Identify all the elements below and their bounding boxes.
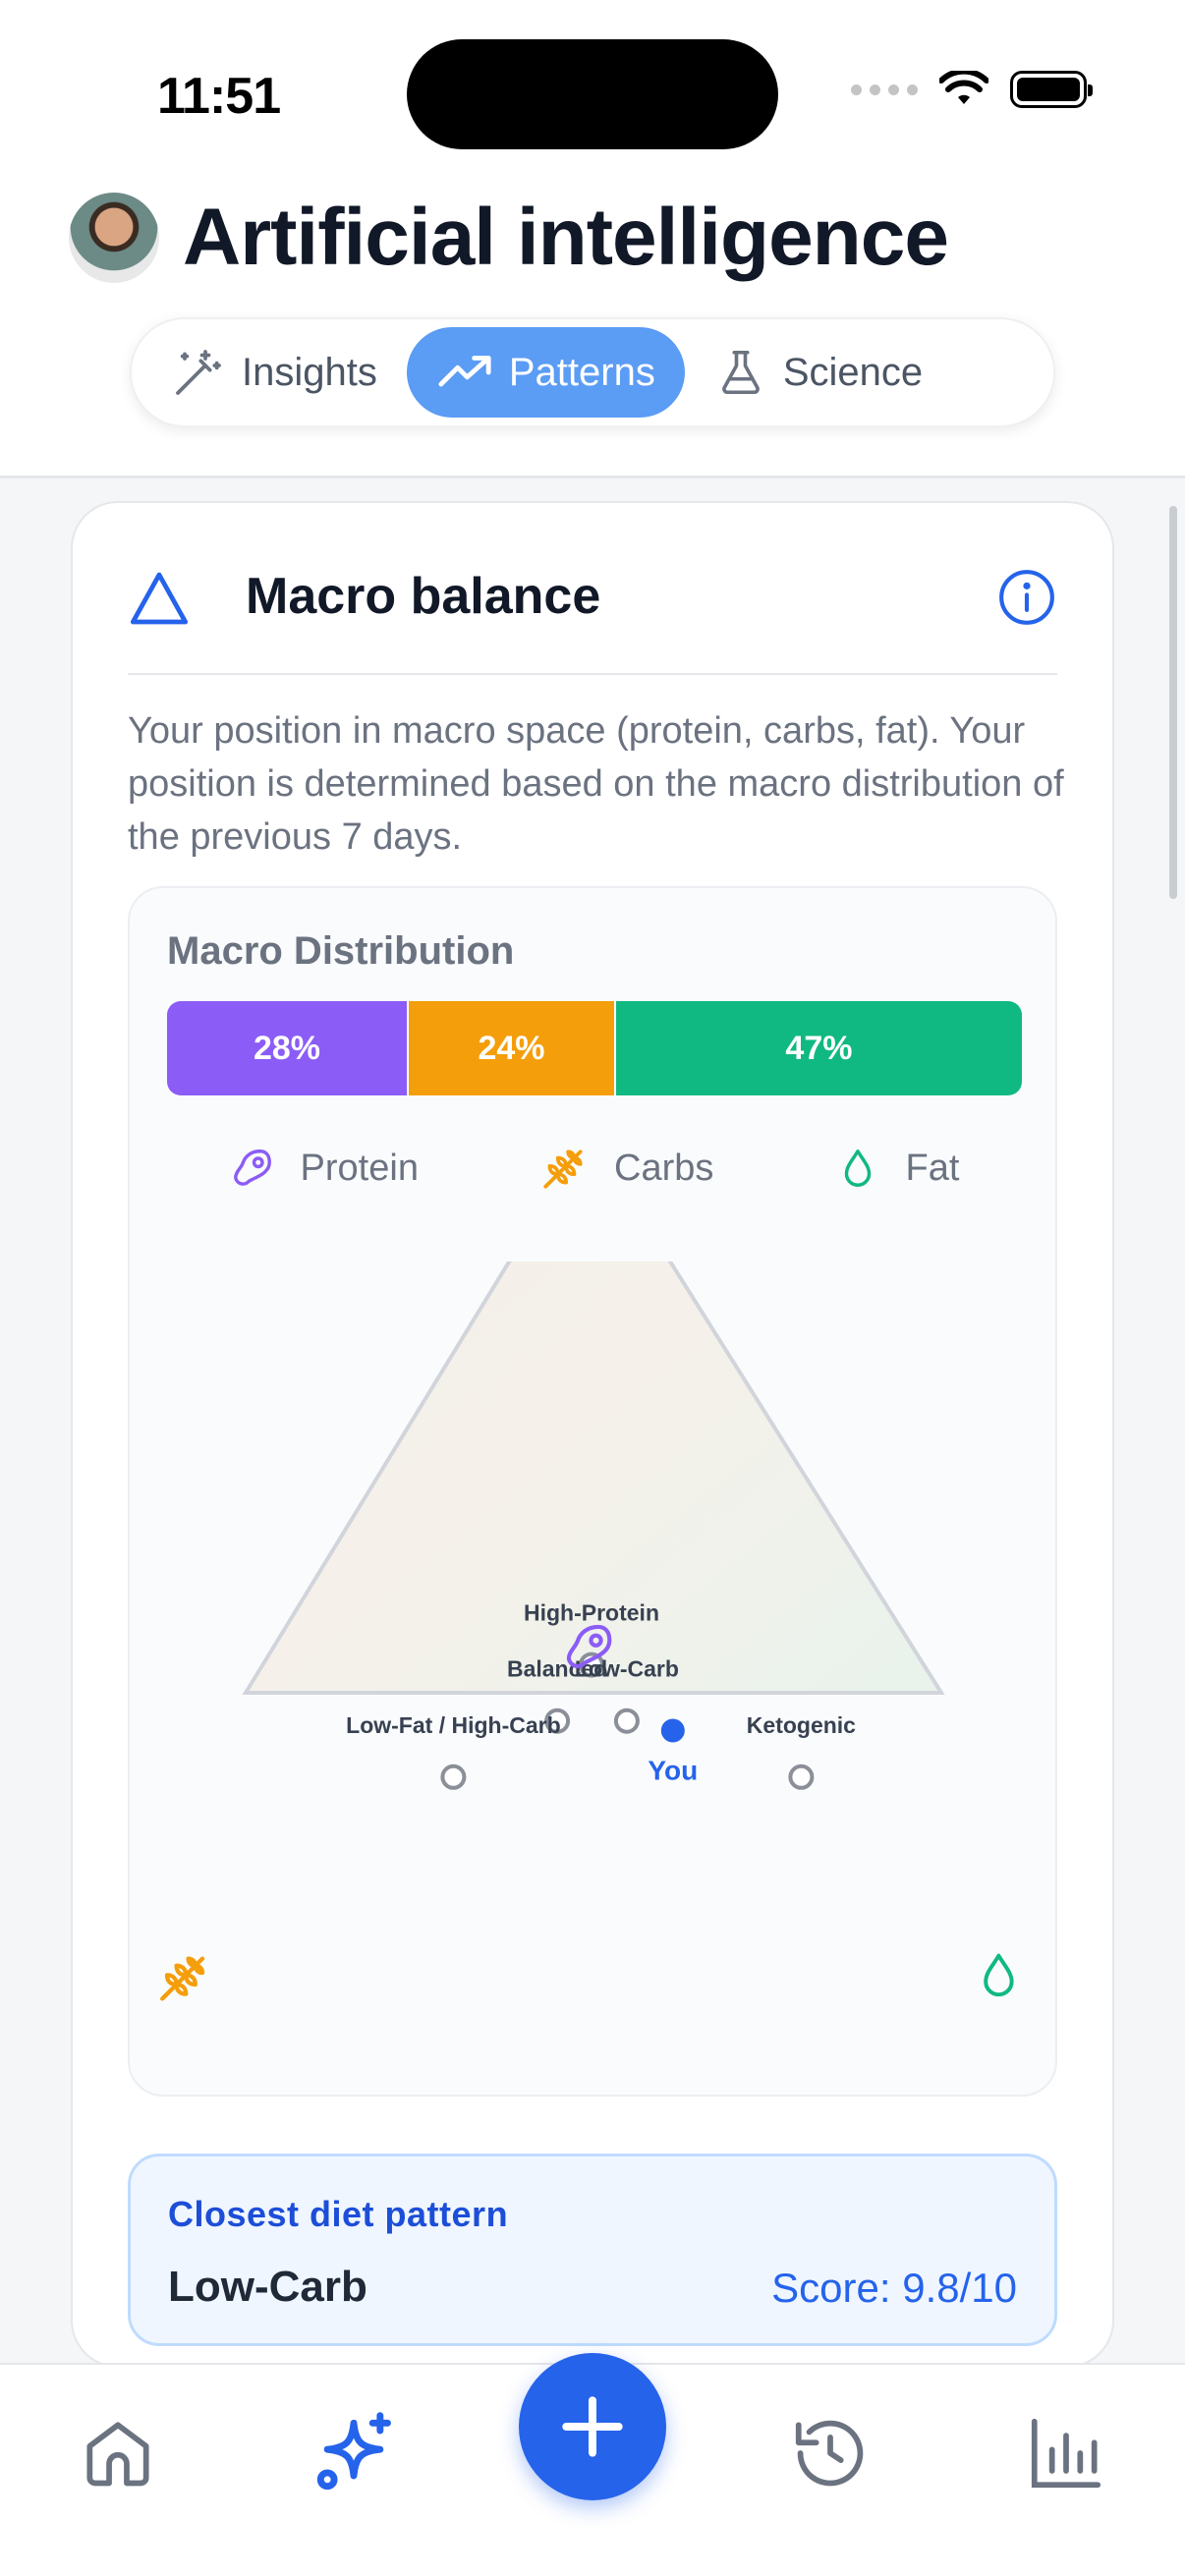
status-icons bbox=[851, 71, 1093, 108]
flask-icon bbox=[721, 350, 760, 395]
nav-history-button[interactable] bbox=[776, 2399, 884, 2507]
closest-pattern-name: Low-Carb bbox=[168, 2263, 367, 2311]
diet-pattern-label: High-Protein bbox=[524, 1600, 659, 1626]
droplet-icon bbox=[984, 1953, 1014, 1997]
plus-icon bbox=[562, 2396, 623, 2457]
status-bar: 11:51 bbox=[0, 0, 1185, 167]
macro-bar-fat: 47% bbox=[615, 1001, 1022, 1095]
wheat-icon bbox=[160, 1956, 205, 2001]
macro-bar-carbs: 24% bbox=[409, 1001, 616, 1095]
nav-ai-button[interactable] bbox=[300, 2399, 408, 2507]
user-position-point bbox=[660, 1718, 685, 1743]
tab-insights[interactable]: Insights bbox=[141, 327, 407, 418]
macro-ternary-chart: High-ProteinBalancedLow-CarbKetogenicLow… bbox=[160, 1261, 1014, 2001]
signal-dots-icon bbox=[851, 84, 918, 95]
macro-distribution-panel: Macro Distribution 28% 24% 47% Protein C… bbox=[128, 886, 1057, 2097]
info-icon[interactable] bbox=[996, 567, 1057, 628]
nav-stats-button[interactable] bbox=[1012, 2399, 1120, 2507]
tab-patterns[interactable]: Patterns bbox=[406, 327, 685, 418]
legend-label: Fat bbox=[905, 1147, 960, 1189]
card-title: Macro balance bbox=[246, 568, 601, 625]
macro-balance-card: Macro balance Your position in macro spa… bbox=[71, 501, 1114, 2368]
card-header: Macro balance bbox=[128, 567, 1057, 675]
macro-bar: 28% 24% 47% bbox=[167, 1001, 1022, 1095]
scrollbar[interactable] bbox=[1169, 506, 1177, 899]
legend-protein: Protein bbox=[230, 1144, 419, 1193]
macro-bar-protein-label: 28% bbox=[253, 1029, 321, 1067]
diet-pattern-point bbox=[440, 1764, 467, 1790]
magic-wand-icon bbox=[176, 350, 221, 395]
closest-pattern-label: Closest diet pattern bbox=[168, 2194, 509, 2234]
segmented-tabs: Insights Patterns Science bbox=[130, 317, 1055, 427]
diet-pattern-point bbox=[613, 1708, 640, 1734]
distribution-title: Macro Distribution bbox=[167, 929, 515, 973]
battery-icon bbox=[1010, 71, 1093, 108]
bar-chart-icon bbox=[1031, 2418, 1101, 2489]
dynamic-island bbox=[407, 39, 778, 149]
nav-home-button[interactable] bbox=[64, 2399, 172, 2507]
app-header: Artificial intelligence bbox=[69, 192, 949, 284]
droplet-icon bbox=[844, 1149, 871, 1187]
closest-pattern-box[interactable]: Closest diet pattern Low-Carb Score: 9.8… bbox=[128, 2154, 1057, 2346]
macro-bar-carbs-label: 24% bbox=[478, 1029, 545, 1067]
page-title: Artificial intelligence bbox=[183, 193, 949, 282]
bottom-nav bbox=[0, 2353, 1185, 2576]
legend-label: Protein bbox=[300, 1147, 419, 1189]
diet-pattern-label: Low-Fat / High-Carb bbox=[346, 1712, 560, 1738]
legend-label: Carbs bbox=[614, 1147, 714, 1189]
legend-carbs: Carbs bbox=[539, 1144, 713, 1193]
steak-icon bbox=[233, 1149, 271, 1186]
add-entry-button[interactable] bbox=[519, 2353, 666, 2500]
tab-label: Science bbox=[782, 350, 924, 394]
user-position-label: You bbox=[648, 1756, 698, 1786]
diet-pattern-point bbox=[788, 1764, 815, 1790]
diet-pattern-label: Ketogenic bbox=[747, 1712, 856, 1738]
trending-up-icon bbox=[438, 356, 491, 387]
macro-bar-protein: 28% bbox=[167, 1001, 410, 1095]
legend-fat: Fat bbox=[835, 1144, 960, 1193]
macro-legend: Protein Carbs Fat bbox=[130, 1144, 1059, 1193]
tab-science[interactable]: Science bbox=[685, 327, 952, 418]
home-icon bbox=[86, 2422, 149, 2487]
tab-label: Patterns bbox=[508, 350, 655, 394]
triangle-icon bbox=[130, 572, 189, 625]
macro-bar-fat-label: 47% bbox=[785, 1029, 853, 1067]
wifi-icon bbox=[939, 71, 988, 104]
status-time: 11:51 bbox=[157, 68, 281, 125]
card-description: Your position in macro space (protein, c… bbox=[128, 710, 1064, 858]
history-icon bbox=[795, 2420, 864, 2487]
sparkles-icon bbox=[316, 2412, 391, 2491]
closest-pattern-score: Score: 9.8/10 bbox=[771, 2265, 1017, 2311]
avatar[interactable] bbox=[69, 193, 159, 283]
wheat-icon bbox=[543, 1149, 583, 1189]
tab-label: Insights bbox=[242, 350, 377, 394]
